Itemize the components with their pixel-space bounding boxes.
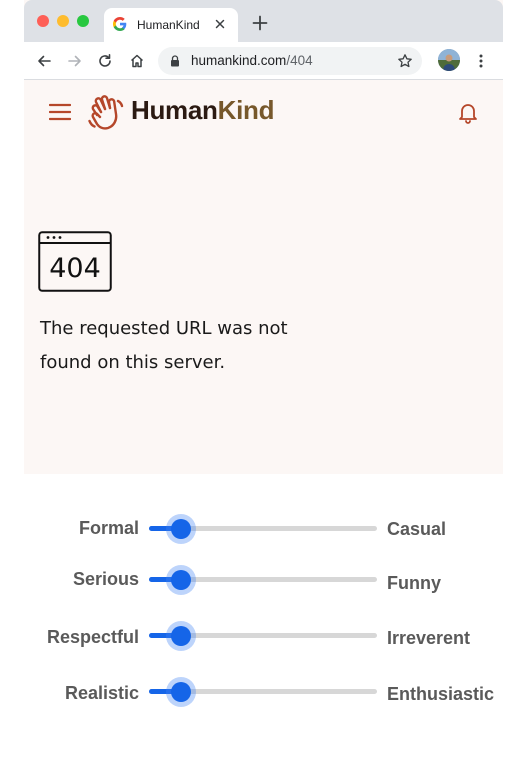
waving-hand-logo-icon — [88, 95, 124, 130]
slider-respectful-irreverent: Respectful Irreverent — [0, 616, 527, 656]
slider-track[interactable] — [149, 565, 377, 595]
site-header: HumanKind — [24, 80, 503, 148]
slider-track[interactable] — [149, 514, 377, 544]
slider-right-label: Enthusiastic — [387, 684, 495, 704]
tab-strip: HumanKind — [24, 0, 503, 42]
slider-thumb[interactable] — [165, 565, 196, 595]
slider-formal-casual: Formal Casual — [0, 509, 527, 549]
slider-thumb[interactable] — [165, 514, 196, 544]
address-bar[interactable]: humankind.com/404 — [158, 47, 422, 75]
browser-window-404-icon: 404 — [38, 231, 112, 292]
profile-photo-icon — [438, 49, 460, 71]
slider-track[interactable] — [149, 621, 377, 651]
bookmark-star-icon[interactable] — [397, 53, 413, 69]
tab-title: HumanKind — [137, 18, 200, 32]
lock-icon — [171, 55, 179, 67]
brand-name[interactable]: HumanKind — [131, 95, 275, 126]
slider-right-label: Funny — [387, 573, 441, 593]
slider-thumb[interactable] — [165, 621, 196, 651]
slider-serious-funny: Serious Funny — [0, 560, 527, 600]
new-tab-icon[interactable] — [252, 15, 268, 31]
url-domain: humankind.com — [191, 53, 287, 68]
menu-icon[interactable] — [49, 103, 71, 121]
slider-thumb[interactable] — [165, 677, 196, 707]
home-icon[interactable] — [129, 53, 145, 69]
profile-avatar[interactable] — [438, 49, 460, 71]
error-code: 404 — [49, 253, 101, 284]
slider-realistic-enthusiastic: Realistic Enthusiastic — [0, 672, 527, 712]
slider-track[interactable] — [149, 677, 377, 707]
more-options-icon[interactable] — [474, 53, 488, 69]
back-arrow-icon[interactable] — [36, 53, 52, 69]
tab-humankind[interactable]: HumanKind — [104, 8, 238, 42]
error-message: The requested URL was not found on this … — [40, 318, 288, 373]
slider-left-label: Serious — [72, 569, 139, 589]
slider-left-label: Formal — [78, 518, 139, 538]
slider-right-label: Irreverent — [387, 628, 471, 648]
maximize-window-button[interactable] — [77, 15, 89, 27]
close-window-button[interactable] — [37, 15, 49, 27]
url-path: /404 — [286, 53, 313, 68]
brand-name-part1: Human — [131, 95, 218, 125]
forward-arrow-icon[interactable] — [67, 53, 83, 69]
google-favicon-icon — [113, 17, 127, 31]
slider-right-label: Casual — [387, 519, 447, 539]
close-tab-icon[interactable] — [212, 16, 228, 32]
minimize-window-button[interactable] — [57, 15, 69, 27]
browser-window: HumanKind humankind.com/404 HumanKind 40… — [24, 0, 503, 474]
browser-toolbar: humankind.com/404 — [24, 42, 503, 80]
slider-left-label: Realistic — [64, 683, 139, 703]
reload-icon[interactable] — [97, 53, 113, 69]
slider-left-label: Respectful — [46, 627, 139, 647]
notification-bell-icon[interactable] — [458, 102, 478, 124]
brand-name-part2: Kind — [217, 95, 275, 125]
url-text: humankind.com/404 — [191, 53, 313, 68]
